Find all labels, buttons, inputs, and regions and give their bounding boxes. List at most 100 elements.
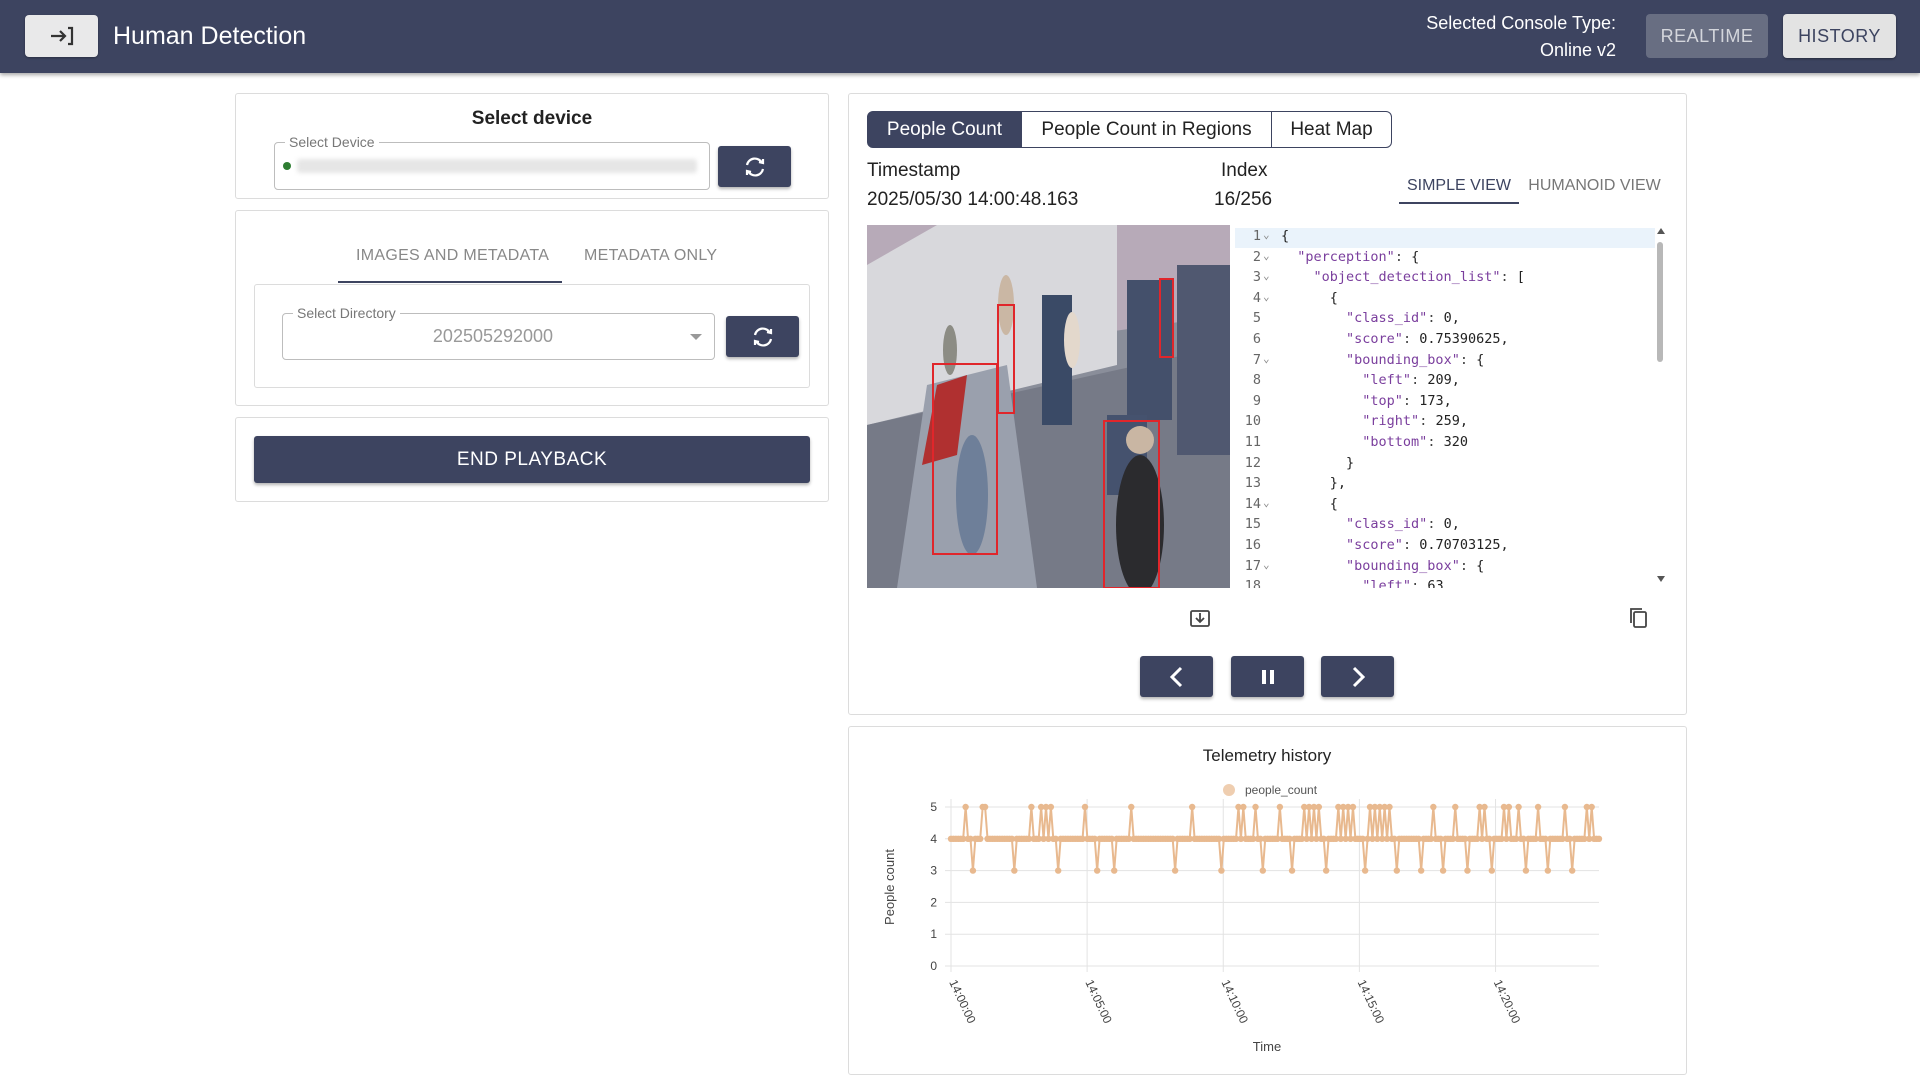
line-number: 9 bbox=[1252, 392, 1261, 409]
device-status-dot bbox=[283, 162, 291, 170]
data-point bbox=[1505, 803, 1513, 811]
line-number: 5 bbox=[1252, 310, 1261, 327]
refresh-device-button[interactable] bbox=[718, 146, 791, 187]
data-point bbox=[1452, 803, 1459, 811]
logout-button[interactable] bbox=[25, 15, 98, 57]
line-number: 12 bbox=[1244, 454, 1261, 471]
tab-heat-map-label: Heat Map bbox=[1290, 118, 1373, 140]
end-playback-button[interactable]: END PLAYBACK bbox=[254, 436, 810, 483]
download-icon bbox=[1190, 610, 1210, 627]
data-point bbox=[1276, 803, 1284, 811]
chevron-left-icon bbox=[1169, 666, 1182, 687]
code-line: 5 "class_id": 0, bbox=[1235, 310, 1655, 331]
refresh-icon bbox=[745, 156, 764, 177]
x-tick-label: 14:15:00 bbox=[1355, 977, 1388, 1026]
code-text: "bounding_box": { bbox=[1346, 351, 1485, 368]
index-value: 16/256 bbox=[1214, 189, 1273, 210]
code-line: 4 ⌄ { bbox=[1235, 290, 1655, 311]
fold-toggle-icon[interactable]: ⌄ bbox=[1263, 290, 1270, 303]
device-value-redacted bbox=[297, 159, 697, 173]
tab-humanoid-view[interactable]: HUMANOID VIEW bbox=[1522, 173, 1667, 204]
code-text: "left": 63, bbox=[1362, 578, 1452, 588]
chevron-down-icon bbox=[690, 334, 702, 340]
tab-images-and-metadata[interactable]: IMAGES AND METADATA bbox=[338, 235, 562, 283]
x-tick-label: 14:00:00 bbox=[946, 977, 979, 1026]
scroll-down-arrow-icon bbox=[1657, 576, 1665, 582]
data-point bbox=[1093, 867, 1101, 874]
data-point bbox=[1252, 803, 1259, 811]
line-number: 18 bbox=[1244, 578, 1261, 588]
previous-frame-button[interactable] bbox=[1140, 656, 1213, 697]
code-line: 17 ⌄ "bounding_box": { bbox=[1235, 558, 1655, 579]
line-number: 7 bbox=[1252, 351, 1261, 368]
tab-heat-map[interactable]: Heat Map bbox=[1271, 111, 1392, 148]
data-point bbox=[981, 803, 989, 811]
scrollbar-thumb[interactable] bbox=[1657, 242, 1663, 362]
data-point bbox=[1054, 867, 1062, 874]
fold-toggle-icon[interactable]: ⌄ bbox=[1263, 269, 1270, 282]
data-point bbox=[1561, 803, 1569, 811]
code-line: 1 ⌄ { bbox=[1235, 228, 1655, 249]
history-button[interactable]: HISTORY bbox=[1783, 14, 1896, 58]
code-text: { bbox=[1281, 228, 1290, 244]
data-point bbox=[1393, 867, 1401, 874]
code-scrollbar[interactable] bbox=[1656, 228, 1665, 588]
code-line: 2 ⌄ "perception": { bbox=[1235, 249, 1655, 270]
camera-image bbox=[867, 225, 1230, 588]
code-line: 9 "top": 173, bbox=[1235, 393, 1655, 414]
fold-toggle-icon[interactable]: ⌄ bbox=[1263, 228, 1270, 241]
fold-toggle-icon[interactable]: ⌄ bbox=[1263, 558, 1270, 571]
tab-simple-view[interactable]: SIMPLE VIEW bbox=[1399, 173, 1519, 204]
telemetry-chart-card: Telemetry history people_count People co… bbox=[848, 726, 1687, 1075]
line-number: 3 bbox=[1252, 269, 1261, 286]
data-point bbox=[1595, 835, 1603, 842]
copy-icon bbox=[1630, 608, 1647, 628]
code-text: "top": 173, bbox=[1362, 392, 1452, 409]
line-number: 1 bbox=[1252, 228, 1261, 244]
select-device-title: Select device bbox=[471, 108, 593, 129]
y-tick-label: 1 bbox=[930, 927, 937, 941]
tab-images-and-metadata-label: IMAGES AND METADATA bbox=[356, 247, 550, 264]
tab-metadata-only[interactable]: METADATA ONLY bbox=[576, 235, 736, 283]
next-frame-button[interactable] bbox=[1321, 656, 1394, 697]
directory-select[interactable]: Select Directory 202505292000 bbox=[282, 305, 715, 360]
fold-toggle-icon[interactable]: ⌄ bbox=[1263, 249, 1270, 262]
data-point bbox=[1417, 867, 1425, 874]
metadata-json-viewer[interactable]: 1 ⌄{2 ⌄ "perception": {3 ⌄ "object_detectio… bbox=[1235, 224, 1665, 588]
code-text: "score": 0.70703125, bbox=[1346, 537, 1509, 553]
refresh-directory-button[interactable] bbox=[726, 316, 799, 357]
fold-toggle-icon[interactable]: ⌄ bbox=[1263, 352, 1270, 365]
end-playback-label: END PLAYBACK bbox=[456, 448, 608, 470]
line-number: 4 bbox=[1252, 289, 1261, 306]
tab-people-count-in-regions-label: People Count in Regions bbox=[1041, 118, 1252, 140]
download-image-button[interactable] bbox=[1189, 607, 1211, 629]
realtime-button[interactable]: REALTIME bbox=[1646, 14, 1768, 58]
device-select[interactable]: Select Device bbox=[274, 134, 710, 190]
top-app-bar: Human Detection Selected Console Type: O… bbox=[0, 0, 1920, 73]
tab-people-count-in-regions[interactable]: People Count in Regions bbox=[1021, 111, 1272, 148]
directory-inner-box: Select Directory 202505292000 bbox=[254, 284, 810, 388]
fold-toggle-icon[interactable]: ⌄ bbox=[1263, 496, 1270, 509]
refresh-icon bbox=[753, 326, 772, 347]
code-text: "bounding_box": { bbox=[1346, 557, 1485, 574]
data-point bbox=[1488, 867, 1496, 874]
tab-metadata-only-label: METADATA ONLY bbox=[584, 247, 718, 264]
pause-button[interactable] bbox=[1231, 656, 1304, 697]
code-text: }, bbox=[1281, 475, 1347, 492]
code-line: 3 ⌄ "object_detection_list": [ bbox=[1235, 269, 1655, 290]
copy-json-button[interactable] bbox=[1627, 606, 1649, 630]
code-line: 14 ⌄ { bbox=[1235, 496, 1655, 517]
console-type-label: Selected Console Type: Online v2 bbox=[1426, 10, 1616, 64]
chevron-right-icon bbox=[1352, 666, 1365, 687]
tab-people-count[interactable]: People Count bbox=[867, 111, 1022, 148]
data-point bbox=[1439, 867, 1447, 874]
code-line: 16 "score": 0.70703125, bbox=[1235, 537, 1655, 558]
line-number: 17 bbox=[1244, 557, 1261, 574]
line-number: 8 bbox=[1252, 372, 1261, 389]
code-text: "right": 259, bbox=[1362, 413, 1468, 430]
data-point bbox=[1171, 867, 1179, 874]
data-point bbox=[1386, 803, 1393, 811]
data-point bbox=[1081, 803, 1089, 811]
tab-simple-view-label: SIMPLE VIEW bbox=[1406, 177, 1512, 194]
scroll-up-arrow-icon bbox=[1657, 228, 1665, 234]
